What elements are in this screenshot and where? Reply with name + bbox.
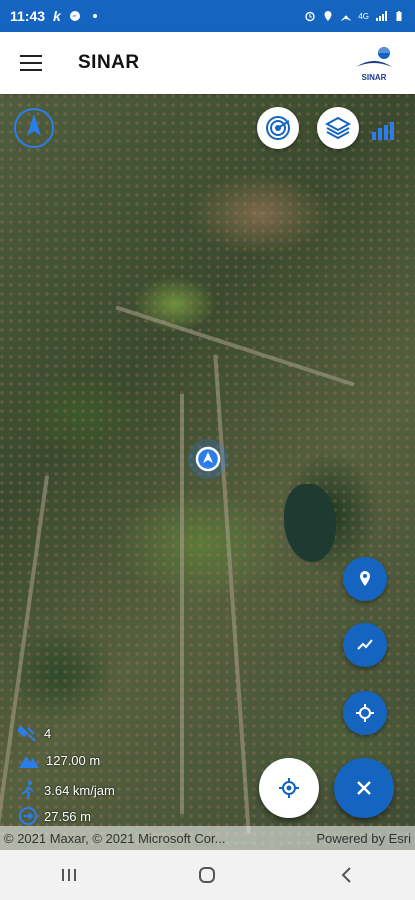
altitude-value: 127.00 m (46, 752, 101, 768)
user-location-marker (188, 439, 228, 479)
menu-button[interactable] (20, 55, 42, 71)
radar-icon (266, 116, 290, 140)
sinar-logo: SINAR (353, 42, 395, 84)
layers-button[interactable] (317, 107, 359, 149)
map-road (180, 394, 184, 814)
location-target-icon (279, 778, 299, 798)
back-icon (341, 867, 351, 883)
crosshair-button[interactable] (343, 691, 387, 735)
speed-value: 3.64 km/jam (44, 782, 115, 798)
logo-text: SINAR (361, 72, 387, 82)
app-bar: SINAR SINAR (0, 32, 415, 94)
messenger-icon (69, 11, 80, 21)
close-button[interactable] (334, 758, 394, 818)
k-app-icon: k (53, 8, 61, 24)
status-time: 11:43 (10, 8, 46, 24)
app-title: SINAR (78, 52, 140, 73)
system-nav-bar (0, 850, 415, 900)
recent-apps-button[interactable] (49, 855, 89, 895)
speed-info: 3.64 km/jam (18, 780, 115, 800)
map-attribution: © 2021 Maxar, © 2021 Microsoft Cor... Po… (0, 826, 415, 850)
powered-by-text[interactable]: Powered by Esri (316, 831, 411, 846)
recent-apps-icon (62, 869, 77, 881)
crosshair-icon (356, 704, 374, 722)
close-icon (357, 781, 371, 795)
home-icon (199, 867, 216, 883)
mountain-icon (19, 756, 39, 768)
distance-value: 27.56 m (44, 808, 91, 824)
signal-icon (376, 11, 387, 21)
radar-button[interactable] (257, 107, 299, 149)
battery-icon (396, 11, 402, 21)
gps-accuracy-info: 4 (18, 724, 51, 742)
signal-strength-icon (372, 122, 394, 140)
status-bar: 11:43 k 4G (0, 0, 415, 32)
alarm-icon (305, 11, 316, 22)
add-marker-button[interactable] (343, 557, 387, 601)
map-marker-icon (360, 571, 370, 586)
network-type-label: 4G (358, 11, 369, 21)
accuracy-value: 4 (44, 725, 52, 741)
dot-icon (92, 14, 97, 18)
satellite-map[interactable]: 4 127.00 m 3.64 km/jam 27.56 m (0, 94, 415, 850)
distance-icon (19, 807, 37, 825)
sinar-logo-icon (356, 46, 392, 67)
home-button[interactable] (187, 855, 227, 895)
back-button[interactable] (326, 855, 366, 895)
walking-icon (21, 781, 34, 800)
my-location-button[interactable] (259, 758, 319, 818)
satellite-icon (18, 725, 36, 742)
attribution-text: © 2021 Maxar, © 2021 Microsoft Cor... (4, 830, 226, 846)
hotspot-icon (341, 15, 352, 21)
location-status-icon (324, 11, 332, 21)
chart-line-icon (357, 639, 373, 650)
altitude-info: 127.00 m (18, 751, 100, 769)
compass-icon[interactable] (12, 106, 56, 150)
track-button[interactable] (343, 623, 387, 667)
distance-info: 27.56 m (18, 806, 91, 826)
layers-icon (325, 116, 351, 140)
